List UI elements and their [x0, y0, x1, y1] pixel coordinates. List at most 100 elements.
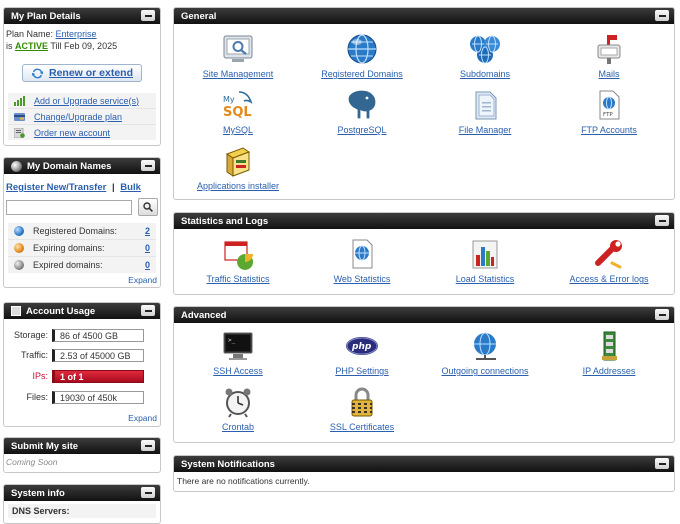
applications-installer-link[interactable]: Applications installer: [175, 144, 301, 191]
globe-orange-icon: [14, 243, 24, 253]
mailbox-icon: [597, 35, 621, 64]
upgrade-service-link[interactable]: Add or Upgrade service(s): [8, 93, 156, 109]
files-label: Files:: [26, 392, 48, 402]
plan-till: Till Feb 09, 2025: [50, 41, 118, 51]
sysinfo-panel-header: System info: [4, 485, 160, 501]
mysql-link[interactable]: My SQL MySQL: [175, 88, 301, 135]
crontab-link[interactable]: Crontab: [175, 385, 301, 432]
change-plan-label: Change/Upgrade plan: [34, 111, 123, 122]
web-statistics-label: Web Statistics: [333, 274, 391, 284]
subdomains-link[interactable]: Subdomains: [422, 32, 548, 79]
traffic-chart-icon: [224, 241, 254, 270]
plan-panel: My Plan Details Plan Name: Enterprise is…: [3, 7, 161, 146]
ssh-access-label: SSH Access: [213, 366, 263, 376]
collapse-button[interactable]: [141, 440, 155, 451]
renew-label: Renew or extend: [48, 67, 134, 79]
crontab-label: Crontab: [221, 422, 255, 432]
web-statistics-link[interactable]: Web Statistics: [299, 237, 425, 284]
domains-panel: My Domain Names Register New/Transfer | …: [3, 157, 161, 288]
card-icon: [14, 112, 25, 121]
plan-panel-title: My Plan Details: [11, 10, 81, 22]
register-transfer-link[interactable]: Register New/Transfer: [6, 182, 106, 193]
globe-gray-icon: [14, 260, 24, 270]
ftp-accounts-link[interactable]: FTP FTP Accounts: [546, 88, 672, 135]
mails-label: Mails: [598, 69, 620, 79]
subdomains-label: Subdomains: [459, 69, 511, 79]
postgresql-link[interactable]: PostgreSQL: [299, 88, 425, 135]
site-management-link[interactable]: Site Management: [175, 32, 301, 79]
globe-blue-icon: [14, 226, 24, 236]
ftp-text: FTP: [603, 112, 613, 118]
php-settings-link[interactable]: php PHP Settings: [299, 329, 425, 376]
collapse-button[interactable]: [655, 309, 669, 320]
stats-panel: Statistics and Logs Traffic Statistics W…: [173, 212, 675, 295]
plan-panel-header: My Plan Details: [4, 8, 160, 24]
ssh-access-link[interactable]: >_ SSH Access: [175, 329, 301, 376]
change-plan-link[interactable]: Change/Upgrade plan: [8, 109, 156, 125]
collapse-button[interactable]: [141, 160, 155, 171]
plan-name-line: Plan Name: Enterprise: [6, 28, 158, 40]
notifications-panel-title: System Notifications: [181, 458, 275, 470]
registered-domains-link[interactable]: Registered Domains: [299, 32, 425, 79]
load-bars-icon: [472, 240, 498, 269]
domain-search-button[interactable]: [138, 198, 158, 216]
plan-name-link[interactable]: Enterprise: [56, 29, 97, 39]
file-manager-link[interactable]: File Manager: [422, 88, 548, 135]
expiring-domains-label: Expiring domains:: [33, 243, 105, 253]
registered-domains-label: Registered Domains:: [33, 226, 118, 236]
renew-button[interactable]: Renew or extend: [22, 64, 142, 82]
usage-expand-link[interactable]: Expand: [128, 413, 157, 423]
domains-expand-link[interactable]: Expand: [128, 275, 157, 285]
traffic-value: 2.53 of 45000 GB: [52, 348, 144, 362]
web-statistics-icon: [352, 239, 373, 269]
collapse-button[interactable]: [655, 458, 669, 469]
access-error-logs-link[interactable]: Access & Error logs: [546, 237, 672, 284]
site-management-icon: [223, 35, 253, 62]
files-value: 19030 of 450k: [52, 390, 144, 404]
usage-panel-header: Account Usage: [4, 303, 160, 319]
load-statistics-link[interactable]: Load Statistics: [422, 237, 548, 284]
collapse-button[interactable]: [655, 215, 669, 226]
notifications-panel: System Notifications There are no notifi…: [173, 455, 675, 492]
order-account-label: Order new account: [34, 127, 111, 138]
upgrade-service-label: Add or Upgrade service(s): [34, 95, 140, 106]
applications-installer-label: Applications installer: [196, 181, 280, 191]
globe-icon: [347, 34, 377, 64]
software-box-icon: [225, 147, 251, 177]
outgoing-connections-link[interactable]: Outgoing connections: [422, 329, 548, 376]
mails-link[interactable]: Mails: [546, 32, 672, 79]
ssl-certificates-link[interactable]: SSL Certificates: [299, 385, 425, 432]
order-account-link[interactable]: Order new account: [8, 125, 156, 140]
expired-domains-label: Expired domains:: [33, 260, 103, 270]
plan-is-label: is: [6, 41, 13, 51]
notifications-panel-header: System Notifications: [174, 456, 674, 472]
globe-icon: [11, 160, 22, 172]
bulk-link[interactable]: Bulk: [120, 182, 141, 193]
traffic-statistics-link[interactable]: Traffic Statistics: [175, 237, 301, 284]
load-statistics-label: Load Statistics: [455, 274, 515, 284]
ip-addresses-label: IP Addresses: [582, 366, 636, 376]
general-panel-title: General: [181, 10, 217, 22]
expiring-domains-count[interactable]: 0: [145, 243, 150, 253]
ssl-certificates-label: SSL Certificates: [329, 422, 395, 432]
domain-search-input[interactable]: [6, 200, 132, 215]
ip-addresses-link[interactable]: IP Addresses: [546, 329, 672, 376]
network-card-icon: [602, 331, 617, 361]
sysinfo-panel: System info DNS Servers:: [3, 484, 161, 524]
ftp-icon: FTP: [599, 90, 620, 120]
wrench-icon: [595, 240, 622, 269]
expired-domains-row: Expired domains: 0: [8, 257, 156, 273]
ips-row: IPs: 1 of 1: [4, 368, 160, 384]
submit-panel-header: Submit My site: [4, 438, 160, 454]
usage-panel-title: Account Usage: [26, 305, 96, 317]
ips-label: IPs:: [32, 371, 48, 381]
collapse-button[interactable]: [141, 487, 155, 498]
expired-domains-count[interactable]: 0: [145, 260, 150, 270]
storage-label: Storage:: [13, 330, 48, 340]
collapse-button[interactable]: [655, 10, 669, 21]
registered-domains-count[interactable]: 2: [145, 226, 150, 236]
collapse-button[interactable]: [141, 10, 155, 21]
mysql-label: MySQL: [222, 125, 253, 135]
files-row: Files: 19030 of 450k: [4, 389, 160, 405]
collapse-button[interactable]: [141, 305, 155, 316]
